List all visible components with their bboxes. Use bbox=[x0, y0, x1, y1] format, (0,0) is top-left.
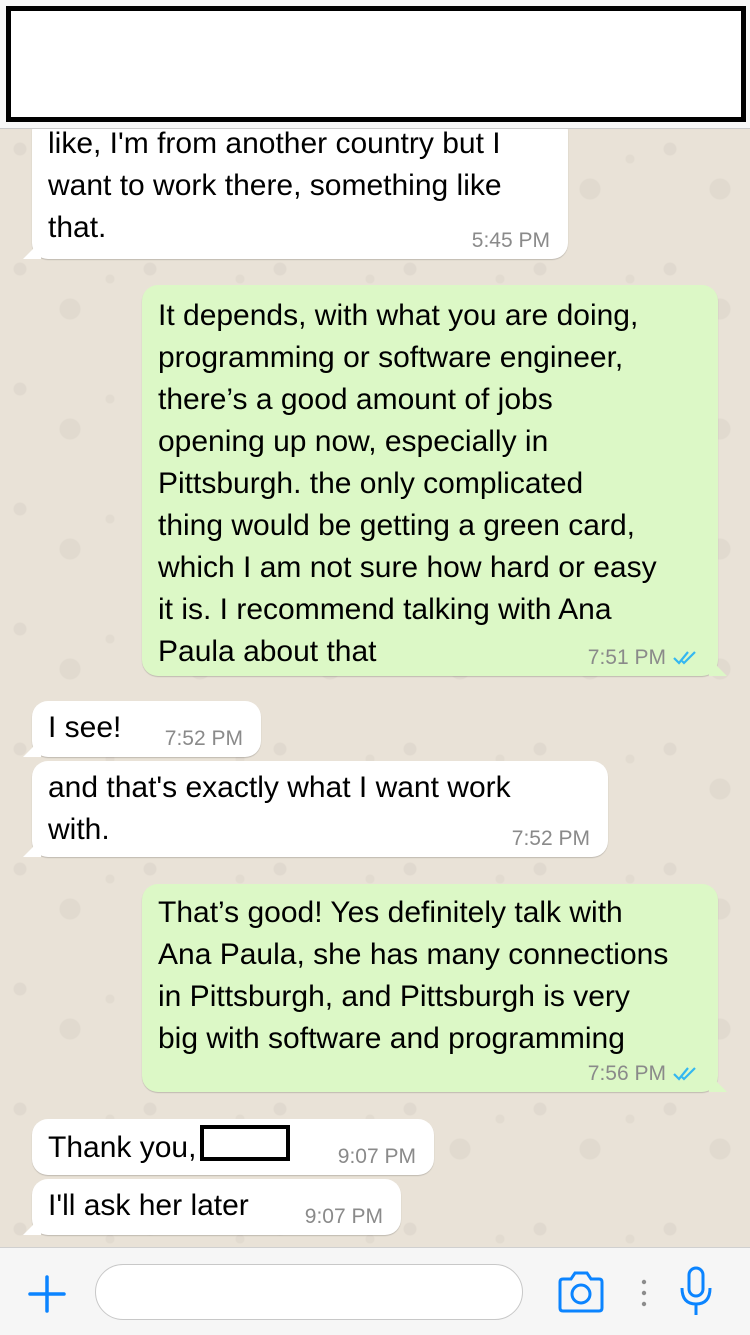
message-time-with-status: 7:56 PM bbox=[588, 1062, 700, 1086]
message-text: and that's exactly what I want work with… bbox=[48, 771, 511, 846]
message-incoming[interactable]: and that's exactly what I want work with… bbox=[23, 761, 608, 857]
message-input[interactable] bbox=[95, 1264, 523, 1320]
message-time: 7:52 PM bbox=[164, 727, 243, 750]
read-ticks-icon bbox=[673, 1067, 696, 1081]
message-list[interactable]: like, I'm from another country but I wan… bbox=[0, 129, 750, 1247]
message-outgoing[interactable]: It depends, with what you are doing, pro… bbox=[142, 285, 727, 676]
message-incoming[interactable]: like, I'm from another country but I wan… bbox=[23, 129, 568, 259]
more-dots-icon[interactable] bbox=[640, 1276, 648, 1310]
message-incoming[interactable]: I see! 7:52 PM bbox=[23, 701, 261, 757]
chat-header bbox=[0, 0, 750, 129]
message-text: It depends, with what you are doing, pro… bbox=[158, 299, 657, 668]
message-text: That’s good! Yes definitely talk with An… bbox=[158, 896, 669, 1055]
message-time: 7:52 PM bbox=[511, 827, 590, 850]
camera-icon[interactable] bbox=[556, 1270, 606, 1314]
message-incoming[interactable]: I'll ask her later 9:07 PM bbox=[23, 1179, 401, 1235]
message-time: 7:56 PM bbox=[587, 1062, 666, 1085]
plus-icon[interactable] bbox=[27, 1274, 67, 1314]
message-time: 5:45 PM bbox=[471, 229, 550, 252]
redacted-name bbox=[200, 1125, 291, 1161]
message-time: 9:07 PM bbox=[304, 1205, 383, 1228]
message-time: 9:07 PM bbox=[337, 1145, 416, 1168]
read-ticks-icon bbox=[673, 651, 696, 665]
message-incoming[interactable]: Thank you, 9:07 PM bbox=[32, 1119, 434, 1175]
message-composer bbox=[0, 1247, 750, 1335]
message-outgoing[interactable]: That’s good! Yes definitely talk with An… bbox=[142, 884, 727, 1092]
redacted-contact-header bbox=[6, 6, 746, 122]
message-time: 7:51 PM bbox=[587, 646, 666, 669]
microphone-icon[interactable] bbox=[678, 1266, 714, 1318]
message-time-with-status: 7:51 PM bbox=[588, 646, 700, 670]
